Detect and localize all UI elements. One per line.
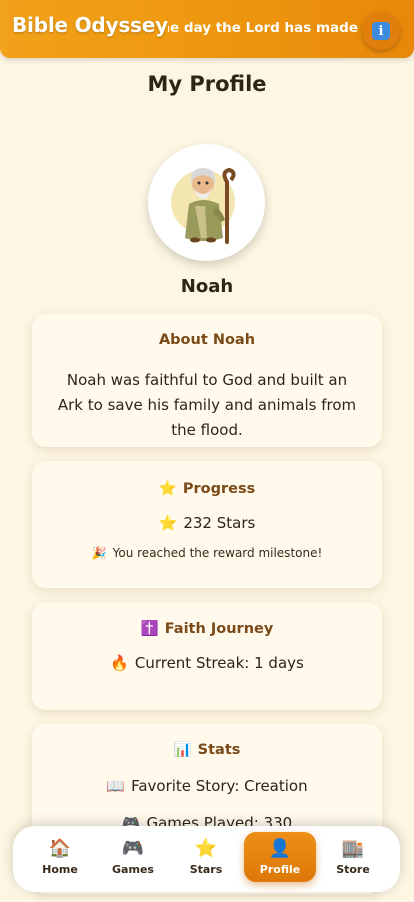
fire-icon: 🔥 — [110, 654, 129, 672]
user-icon: 👤 — [268, 837, 292, 859]
store-icon: 🏬 — [341, 837, 365, 859]
stars-row: ⭐ 232 Stars — [32, 511, 382, 536]
book-icon: 📖 — [106, 777, 126, 795]
nav-stars-label: Stars — [189, 862, 223, 876]
favorite-story: Favorite Story: Creation — [131, 777, 308, 795]
about-card: About Noah Noah was faithful to God and … — [32, 314, 382, 447]
about-text: Noah was faithful to God and built an Ar… — [57, 371, 357, 439]
faith-card: ✝️ Faith Journey 🔥 Current Streak: 1 days — [32, 602, 382, 710]
progress-title: Progress — [182, 481, 256, 497]
avatar — [148, 144, 265, 261]
favorite-row: 📖 Favorite Story: Creation — [32, 774, 382, 799]
nav-home[interactable]: 🏠 Home — [24, 832, 96, 882]
noah-avatar-icon — [170, 167, 236, 244]
nav-profile[interactable]: 👤 Profile — [244, 832, 316, 882]
milestone-text: You reached the reward milestone! — [112, 546, 323, 560]
page-title: My Profile — [147, 72, 267, 96]
streak-row: 🔥 Current Streak: 1 days — [32, 651, 382, 676]
star-icon: ⭐ — [158, 481, 177, 497]
about-title: About Noah — [158, 332, 256, 348]
progress-card: ⭐ Progress ⭐ 232 Stars 🎉 You reached the re… — [32, 461, 382, 588]
cross-icon: ✝️ — [140, 621, 159, 637]
gamepad-icon: 🎮 — [121, 837, 145, 859]
app-brand: Bible Odyssey — [12, 13, 168, 37]
bottom-nav: 🏠 Home 🎮 Games ⭐ Stars 👤 Profile 🏬 Store — [13, 826, 400, 892]
nav-games[interactable]: 🎮 Games — [97, 832, 169, 882]
faith-title: Faith Journey — [164, 621, 274, 637]
stats-title-row: 📊 Stats — [32, 741, 382, 758]
nav-games-label: Games — [112, 862, 154, 876]
star-icon: ⭐ — [158, 514, 178, 532]
star-icon: ⭐ — [194, 837, 218, 859]
info-icon: i — [372, 22, 390, 40]
party-icon: 🎉 — [91, 546, 107, 560]
nav-store-label: Store — [336, 862, 370, 876]
progress-title-row: ⭐ Progress — [32, 480, 382, 497]
milestone-row: 🎉 You reached the reward milestone! — [32, 546, 382, 560]
faith-title-row: ✝️ Faith Journey — [32, 620, 382, 637]
nav-store[interactable]: 🏬 Store — [317, 832, 389, 882]
stats-title: Stats — [197, 742, 241, 758]
streak-text: Current Streak: 1 days — [134, 654, 304, 672]
nav-profile-label: Profile — [259, 862, 301, 876]
chart-icon: 📊 — [173, 742, 192, 758]
stars-count: 232 Stars — [183, 514, 256, 532]
verse-ticker: is the day the Lord has made — [168, 0, 358, 58]
verse-ticker-text: is the day the Lord has made — [168, 20, 358, 36]
nav-home-label: Home — [42, 862, 78, 876]
home-icon: 🏠 — [48, 837, 72, 859]
app-header: Bible Odyssey is the day the Lord has ma… — [0, 0, 414, 58]
info-button[interactable]: i — [362, 12, 400, 50]
profile-name: Noah — [180, 276, 234, 297]
nav-stars[interactable]: ⭐ Stars — [170, 832, 242, 882]
